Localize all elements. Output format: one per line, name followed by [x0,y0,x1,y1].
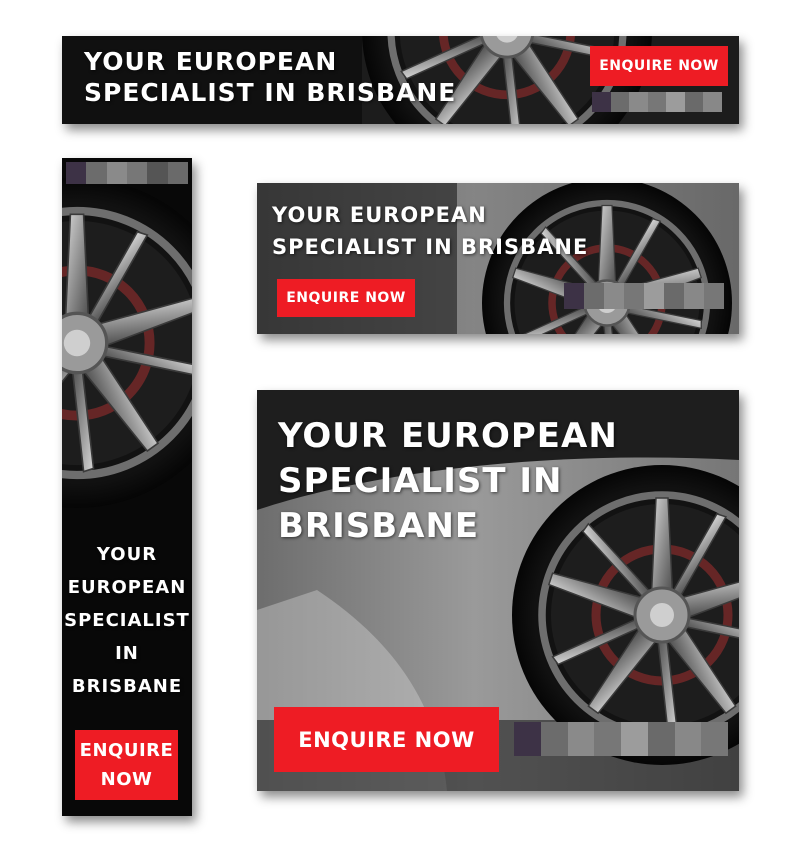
headline-line: SPECIALIST IN [278,461,563,501]
headline-line: YOUR EUROPEAN [272,203,487,227]
banner-background [62,158,192,816]
enquire-now-button[interactable]: ENQUIRE NOW [75,730,178,800]
blurred-logo [564,283,724,309]
headline-line: YOUR EUROPEAN [278,416,618,456]
headline-line: SPECIALIST IN BRISBANE [272,235,589,259]
leaderboard-banner[interactable]: YOUR EUROPEAN SPECIALIST IN BRISBANE ENQ… [62,36,739,124]
banner-headline: YOUR EUROPEAN SPECIALIST IN BRISBANE [84,46,456,108]
enquire-now-button[interactable]: ENQUIRE NOW [277,279,415,317]
headline-line: IN [115,643,139,664]
headline-line: YOUR EUROPEAN [84,47,338,76]
headline-line: YOUR [96,544,158,565]
headline-line: BRISBANE [278,506,480,546]
banner-headline: YOUR EUROPEAN SPECIALIST IN BRISBANE [278,414,618,549]
alloy-wheel-icon [62,178,192,508]
banner-headline: YOUR EUROPEAN SPECIALIST IN BRISBANE [272,199,588,263]
enquire-now-button[interactable]: ENQUIRE NOW [590,46,728,86]
headline-line: EUROPEAN [67,577,187,598]
blurred-logo [514,722,728,756]
headline-line: SPECIALIST IN BRISBANE [84,78,457,107]
enquire-now-button[interactable]: ENQUIRE NOW [274,707,499,772]
headline-line: SPECIALIST [64,610,190,631]
large-rectangle-banner[interactable]: YOUR EUROPEAN SPECIALIST IN BRISBANE ENQ… [257,390,739,791]
wide-rectangle-banner[interactable]: YOUR EUROPEAN SPECIALIST IN BRISBANE ENQ… [257,183,739,334]
blurred-logo [66,162,188,184]
blurred-logo [592,92,722,112]
headline-line: BRISBANE [71,676,183,697]
skyscraper-banner[interactable]: YOUR EUROPEAN SPECIALIST IN BRISBANE ENQ… [62,158,192,816]
banner-headline: YOUR EUROPEAN SPECIALIST IN BRISBANE [62,538,192,703]
